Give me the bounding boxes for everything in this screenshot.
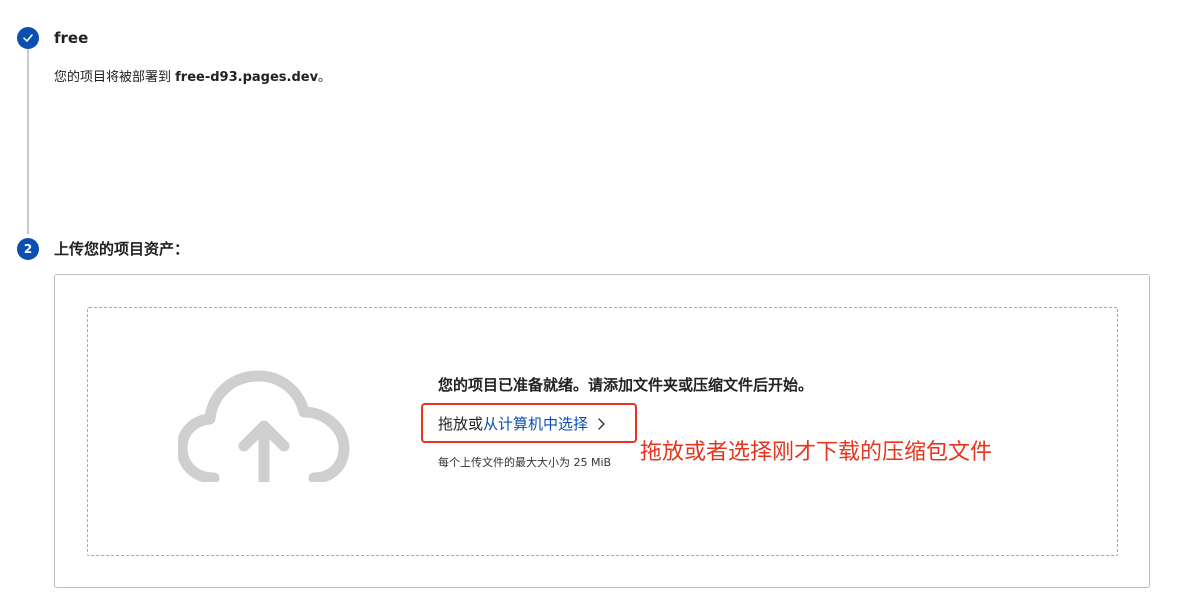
deploy-domain: free-d93.pages.dev [175,70,319,85]
step1-desc-suffix: 。 [318,70,332,85]
step1-desc-prefix: 您的项目将被部署到 [54,70,176,85]
step2-number-badge: 2 [17,238,39,260]
choose-from-computer-link[interactable]: 从计算机中选择 [483,413,588,434]
step1-description: 您的项目将被部署到 free-d93.pages.dev。 [54,66,331,85]
step-connector-line [27,48,29,234]
step1-complete-badge [17,27,39,49]
ready-message: 您的项目已准备就绪。请添加文件夹或压缩文件后开始。 [438,376,814,394]
chevron-right-icon[interactable] [596,417,606,431]
step1-title: free [54,29,89,47]
max-file-size-note: 每个上传文件的最大大小为 25 MiB [438,456,612,469]
drop-zone[interactable]: 您的项目已准备就绪。请添加文件夹或压缩文件后开始。 拖放或 从计算机中选择 每个上… [87,307,1118,556]
choose-row: 拖放或 从计算机中选择 [438,413,606,434]
check-icon [23,34,33,42]
upload-card: 您的项目已准备就绪。请添加文件夹或压缩文件后开始。 拖放或 从计算机中选择 每个上… [54,274,1150,588]
step2-title: 上传您的项目资产： [54,240,190,258]
cloud-upload-icon [178,370,350,482]
drag-drop-label: 拖放或 [438,415,484,433]
instruction-annotation: 拖放或者选择刚才下载的压缩包文件 [640,440,993,465]
